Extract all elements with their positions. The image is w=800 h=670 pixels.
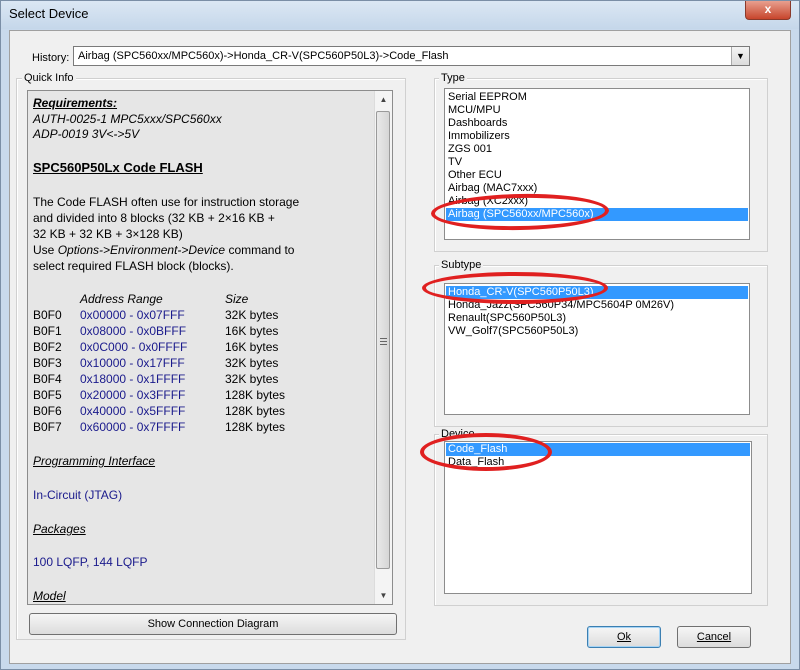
chevron-down-icon[interactable]: ▼ [731,47,749,65]
type-item[interactable]: Other ECU [448,169,502,182]
description-line-4-suffix: command to [225,243,295,257]
packages-heading-text: Packages [33,522,86,536]
scrollbar-thumb[interactable] [376,111,390,569]
block-size: 16K bytes [225,324,279,338]
history-label: History: [32,52,70,64]
block-range: 0x0C000 - 0x0FFFF [80,340,188,354]
programming-interface-heading-text: Programming Interface [33,454,156,468]
options-command: Options->Environment->Device [57,243,226,257]
requirements-heading: Requirements: [33,96,118,110]
description-line-4-prefix: Use [33,243,58,257]
grip-line [380,341,387,342]
block-range: 0x00000 - 0x07FFF [80,308,185,322]
block-name: B0F0 [33,308,62,322]
block-size: 128K bytes [225,388,286,402]
subtype-item[interactable]: Renault(SPC560P50L3) [448,312,566,325]
requirement-line-1: AUTH-0025-1 MPC5xxx/SPC560xx [33,112,222,126]
description-line-4: Use Options->Environment->Device command… [33,243,294,257]
block-name: B0F1 [33,324,62,338]
title-bar: Select Device x [1,1,799,29]
description-line-3: 32 KB + 32 KB + 3×128 KB) [33,227,183,241]
quick-info-label: Quick Info [22,72,76,84]
model-heading: Model [33,589,66,603]
history-value: Airbag (SPC560xx/MPC560x)->Honda_CR-V(SP… [78,50,449,62]
block-name: B0F5 [33,388,62,402]
requirement-line-2: ADP-0019 3V<->5V [33,127,140,141]
packages-value: 100 LQFP, 144 LQFP [33,555,148,569]
block-range: 0x10000 - 0x17FFF [80,356,185,370]
block-name: B0F2 [33,340,62,354]
size-header: Size [225,292,249,306]
cancel-button-label: Cancel [696,631,732,643]
annotation-ring-subtype [422,272,608,304]
scroll-down-icon[interactable]: ▼ [375,587,392,604]
type-item[interactable]: ZGS 001 [448,143,492,156]
subtype-item[interactable]: VW_Golf7(SPC560P50L3) [448,325,578,338]
block-name: B0F6 [33,404,62,418]
quick-info-text-panel[interactable]: Requirements: AUTH-0025-1 MPC5xxx/SPC560… [27,90,393,605]
block-size: 16K bytes [225,340,279,354]
block-size: 128K bytes [225,404,286,418]
block-name: B0F4 [33,372,62,386]
programming-interface-heading: Programming Interface [33,454,155,468]
packages-heading: Packages [33,522,86,536]
quick-info-scrollbar[interactable]: ▲ ▼ [374,91,392,604]
window-title: Select Device [9,6,89,21]
type-item[interactable]: Dashboards [448,117,507,130]
type-item[interactable]: Serial EEPROM [448,91,527,104]
scroll-up-icon[interactable]: ▲ [375,91,392,108]
ok-button[interactable]: Ok [587,626,661,648]
grip-line [380,338,387,339]
block-name: B0F7 [33,420,62,434]
show-connection-diagram-button[interactable]: Show Connection Diagram [29,613,397,635]
type-item[interactable]: MCU/MPU [448,104,501,117]
description-line-2: and divided into 8 blocks (32 KB + 2×16 … [33,211,275,225]
block-size: 128K bytes [225,420,286,434]
description-line-5: select required FLASH block (blocks). [33,259,234,273]
block-range: 0x18000 - 0x1FFFF [80,372,186,386]
subtype-label: Subtype [439,259,484,271]
block-range: 0x20000 - 0x3FFFF [80,388,186,402]
device-title: SPC560P50Lx Code FLASH [33,160,203,175]
block-size: 32K bytes [225,356,279,370]
type-item[interactable]: Immobilizers [448,130,510,143]
block-range: 0x40000 - 0x5FFFF [80,404,186,418]
type-label: Type [439,72,467,84]
description-line-1: The Code FLASH often use for instruction… [33,195,300,209]
model-heading-text: Model [33,589,66,603]
block-range: 0x08000 - 0x0BFFF [80,324,187,338]
ok-button-label: Ok [616,631,632,643]
annotation-ring-device [420,433,552,471]
programming-interface-value: In-Circuit (JTAG) [33,488,123,502]
block-size: 32K bytes [225,372,279,386]
history-combobox[interactable]: Airbag (SPC560xx/MPC560x)->Honda_CR-V(SP… [73,46,750,66]
grip-line [380,344,387,345]
address-range-header: Address Range [80,292,163,306]
close-icon: x [764,2,772,16]
close-button[interactable]: x [745,1,791,20]
type-item[interactable]: TV [448,156,462,169]
cancel-button[interactable]: Cancel [677,626,751,648]
block-size: 32K bytes [225,308,279,322]
block-name: B0F3 [33,356,62,370]
block-range: 0x60000 - 0x7FFFF [80,420,186,434]
